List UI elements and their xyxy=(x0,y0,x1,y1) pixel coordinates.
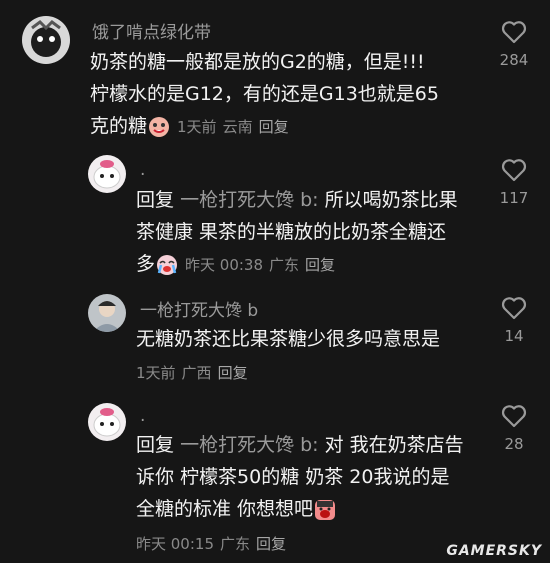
reply-prefix: 回复 xyxy=(136,434,175,456)
like-button[interactable]: 117 xyxy=(494,158,534,207)
avatar[interactable] xyxy=(88,155,126,193)
comment-location: 云南 xyxy=(222,118,253,136)
comment-location: 广东 xyxy=(269,256,300,274)
comment-meta: 昨天 00:38 广东 回复 xyxy=(185,256,341,274)
avatar-image xyxy=(88,155,126,193)
comment-text-line: 对 我在奶茶店告 xyxy=(324,434,464,456)
comment-text-line-with-meta: 克的糖 1天前 云南 回复 xyxy=(90,110,439,143)
comment-text-line: 无糖奶茶还比果茶糖少很多吗意思是 xyxy=(136,328,441,350)
comment-text-line: 诉你 柠檬茶50的糖 奶茶 20我说的是 xyxy=(136,466,450,488)
like-count: 28 xyxy=(504,435,524,453)
comment-text: 回复 一枪打死大馋 b: 所以喝奶茶比果 茶健康 果茶的半糖放的比奶茶全糖还 多… xyxy=(136,184,458,281)
like-count: 117 xyxy=(499,189,529,207)
comment-text-line: 所以喝奶茶比果 xyxy=(324,189,458,211)
comment-meta: 1天前 广西 回复 xyxy=(136,362,254,383)
comment-time: 1天前 xyxy=(136,364,176,382)
comment-username[interactable]: 饿了啃点绿化带 xyxy=(92,18,211,43)
avatar[interactable] xyxy=(88,403,126,441)
comment-location: 广东 xyxy=(220,535,251,553)
comment-meta: 1天前 云南 回复 xyxy=(177,118,295,136)
comment-username[interactable]: . xyxy=(140,406,145,426)
heart-icon xyxy=(501,405,527,428)
reply-prefix: 回复 xyxy=(136,189,175,211)
like-button[interactable]: 28 xyxy=(494,404,534,453)
comment-username[interactable]: 一枪打死大馋 b xyxy=(140,296,258,321)
reply-button[interactable]: 回复 xyxy=(218,364,248,382)
comment-text-line-with-emoji: 全糖的标准 你想想吧 xyxy=(136,493,464,525)
comment-text-line-with-reply: 回复 一枪打死大馋 b: 所以喝奶茶比果 xyxy=(136,184,458,216)
comment-location: 广西 xyxy=(181,364,212,382)
comment-time: 昨天 00:15 xyxy=(136,535,214,553)
reply-button[interactable]: 回复 xyxy=(305,256,335,274)
comment-time: 1天前 xyxy=(177,118,217,136)
heart-icon xyxy=(501,297,527,320)
watermark: GAMERSKY xyxy=(446,543,542,559)
comment-text: 回复 一枪打死大馋 b: 对 我在奶茶店告 诉你 柠檬茶50的糖 奶茶 20我说… xyxy=(136,429,464,525)
comment-text-line: 柠檬水的是G12，有的还是G13也就是65 xyxy=(90,83,439,105)
heart-icon xyxy=(501,159,527,182)
comment-username[interactable]: . xyxy=(140,160,145,180)
like-count: 284 xyxy=(499,51,529,69)
comment-text-line: 克的糖 xyxy=(90,115,148,137)
reply-target[interactable]: 一枪打死大馋 b: xyxy=(180,434,319,456)
avatar[interactable] xyxy=(88,294,126,332)
comment-time: 昨天 00:38 xyxy=(185,256,264,274)
comment-text-line: 奶茶的糖一般都是放的G2的糖，但是!!! xyxy=(90,51,425,73)
comment-text-line-with-meta: 多 昨天 00:38 广东 回复 xyxy=(136,248,458,281)
reply-button[interactable]: 回复 xyxy=(259,118,289,136)
like-button[interactable]: 14 xyxy=(494,296,534,345)
reply-target[interactable]: 一枪打死大馋 b: xyxy=(180,189,319,211)
heart-icon xyxy=(501,21,527,44)
comment-text-line-with-reply: 回复 一枪打死大馋 b: 对 我在奶茶店告 xyxy=(136,429,464,461)
crying-laugh-emoji xyxy=(148,116,170,138)
like-count: 14 xyxy=(504,327,524,345)
avatar-image xyxy=(22,16,70,64)
avatar[interactable] xyxy=(22,16,70,64)
comment-text: 奶茶的糖一般都是放的G2的糖，但是!!! 柠檬水的是G12，有的还是G13也就是… xyxy=(90,46,439,143)
comment-text-line: 全糖的标准 你想想吧 xyxy=(136,498,314,520)
avatar-image xyxy=(88,294,126,332)
like-button[interactable]: 284 xyxy=(494,20,534,69)
avatar-image xyxy=(88,403,126,441)
crying-emoji xyxy=(156,254,178,276)
comment-meta: 昨天 00:15 广东 回复 xyxy=(136,533,292,554)
reply-button[interactable]: 回复 xyxy=(256,535,286,553)
comment-text-line: 茶健康 果茶的半糖放的比奶茶全糖还 xyxy=(136,221,447,243)
comment-text-line: 多 xyxy=(136,253,156,275)
shouting-emoji xyxy=(314,499,336,521)
comment-text: 无糖奶茶还比果茶糖少很多吗意思是 xyxy=(136,323,440,355)
